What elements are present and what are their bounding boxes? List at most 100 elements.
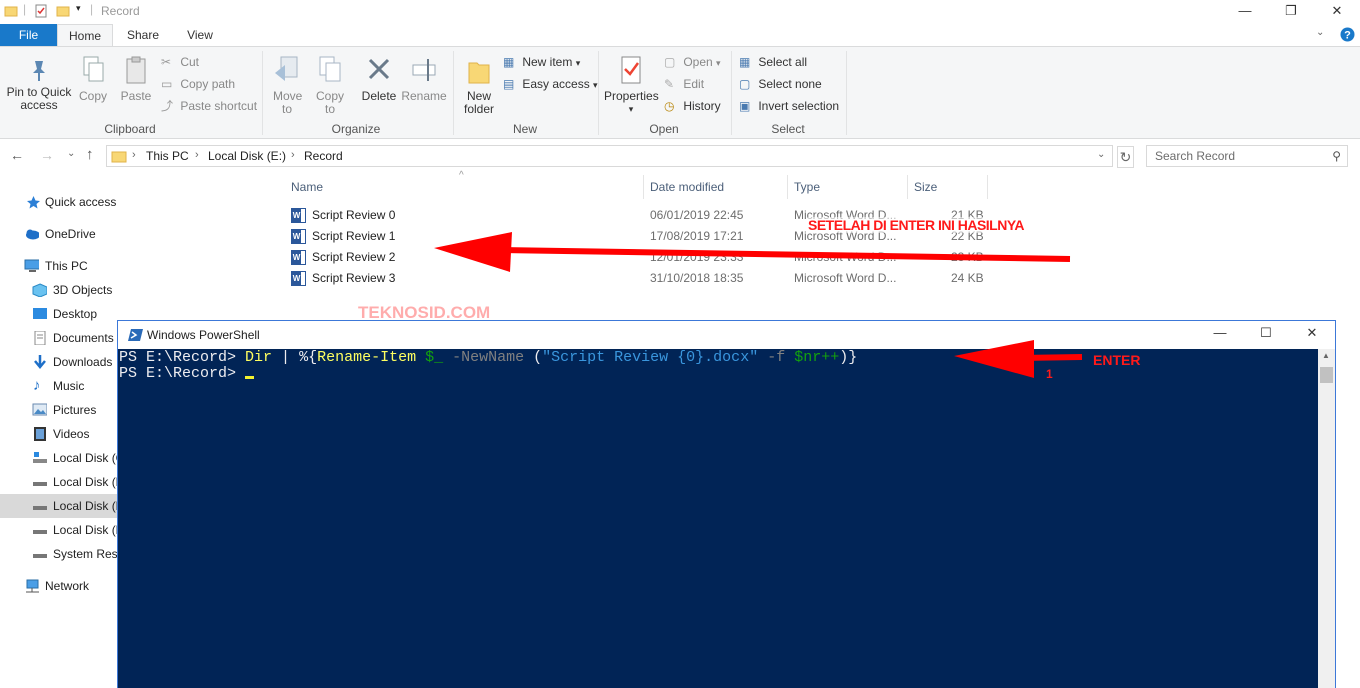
move-to-icon <box>275 56 298 81</box>
column-header-size[interactable]: Size <box>914 180 937 202</box>
console-scrollbar[interactable]: ▲ <box>1318 349 1335 688</box>
nav-label: Network <box>45 579 90 593</box>
powershell-console[interactable]: PS E:\Record> Dir | %{Rename-Item $_ -Ne… <box>118 349 1318 688</box>
paste-shortcut-button[interactable]: ⤴ Paste shortcut <box>161 96 257 116</box>
easy-access-button[interactable]: ▤ Easy access ▾ <box>503 74 598 94</box>
forward-arrow-icon[interactable]: → <box>40 147 54 163</box>
pin-quick-access-button[interactable]: Pin to Quick access <box>4 57 74 112</box>
ps-prompt: PS E:\Record> <box>119 349 246 366</box>
rename-button[interactable]: Rename <box>401 55 447 103</box>
nav-quick-access[interactable]: Quick access <box>0 190 272 214</box>
delete-label: Delete <box>361 89 397 103</box>
nav-label: OneDrive <box>45 227 96 241</box>
file-name: Script Review 0 <box>312 208 396 222</box>
ps-close-button[interactable]: ✕ <box>1289 322 1335 348</box>
ps-minimize-button[interactable]: — <box>1197 322 1243 348</box>
ribbon: Pin to Quick access Copy Paste ✂ Cut ▭ C… <box>0 46 1360 139</box>
paste-label: Paste <box>120 89 152 103</box>
minimize-button[interactable]: — <box>1222 0 1268 24</box>
recent-locations-icon[interactable]: ⌄ <box>67 148 75 159</box>
nav-3d-objects[interactable]: 3D Objects <box>0 278 272 302</box>
select-all-button[interactable]: ▦ Select all <box>739 52 807 72</box>
paste-icon <box>126 56 146 84</box>
column-divider[interactable] <box>987 175 988 199</box>
copy-button[interactable]: Copy <box>76 55 110 103</box>
scroll-thumb[interactable] <box>1320 367 1333 383</box>
up-arrow-icon[interactable]: ↑ <box>86 146 94 163</box>
file-name: Script Review 3 <box>312 271 396 285</box>
file-name: Script Review 2 <box>312 250 396 264</box>
group-label-organize: Organize <box>331 122 381 136</box>
column-divider[interactable] <box>643 175 644 199</box>
file-date: 06/01/2019 22:45 <box>650 208 744 222</box>
copy-path-button[interactable]: ▭ Copy path <box>161 74 235 94</box>
nav-this-pc[interactable]: This PC <box>0 254 272 278</box>
drive-icon <box>33 554 47 558</box>
new-folder-qa-icon[interactable] <box>56 4 70 18</box>
expand-ribbon-icon[interactable]: ⌄ <box>1316 27 1324 38</box>
new-folder-label: New folder <box>463 89 495 116</box>
properties-qa-icon[interactable] <box>34 4 48 18</box>
move-to-button[interactable]: Move to <box>268 55 306 116</box>
back-arrow-icon[interactable]: ← <box>10 147 24 163</box>
column-header-type[interactable]: Type <box>794 180 820 202</box>
paste-shortcut-label: Paste shortcut <box>180 99 258 113</box>
close-button[interactable]: ✕ <box>1314 0 1360 24</box>
annotation-enter-text: ENTER <box>1093 352 1141 368</box>
computer-icon <box>24 259 39 272</box>
column-header-date[interactable]: Date modified <box>650 180 724 202</box>
tab-share[interactable]: Share <box>113 24 173 46</box>
breadcrumb-separator-icon: › <box>195 149 199 161</box>
pin-icon <box>33 61 45 81</box>
copy-path-label: Copy path <box>180 77 236 91</box>
paste-button[interactable]: Paste <box>118 55 154 103</box>
history-icon: ◷ <box>664 99 675 113</box>
breadcrumb-this-pc[interactable]: This PC <box>146 149 189 163</box>
delete-button[interactable]: Delete <box>359 55 399 103</box>
scroll-up-icon[interactable]: ▲ <box>1322 351 1330 360</box>
breadcrumb-local-disk[interactable]: Local Disk (E:) <box>208 149 286 163</box>
breadcrumb-record[interactable]: Record <box>304 149 343 163</box>
dropdown-arrow-icon: ▾ <box>593 80 598 90</box>
refresh-icon[interactable]: ↻ <box>1117 146 1134 168</box>
search-input[interactable]: Search Record ⚲ <box>1146 145 1348 167</box>
breadcrumb-separator-icon: › <box>291 149 295 161</box>
column-divider[interactable] <box>907 175 908 199</box>
tab-home[interactable]: Home <box>57 24 113 47</box>
cut-button[interactable]: ✂ Cut <box>161 52 199 72</box>
open-button[interactable]: ▢ Open ▾ <box>664 52 721 72</box>
nav-onedrive[interactable]: OneDrive <box>0 222 272 246</box>
column-divider[interactable] <box>787 175 788 199</box>
select-none-button[interactable]: ▢ Select none <box>739 74 822 94</box>
ps-variable: $nr++ <box>794 349 840 366</box>
column-header-name[interactable]: Name <box>291 180 323 202</box>
ps-variable: $_ <box>416 349 444 366</box>
address-dropdown-icon[interactable]: ⌄ <box>1097 149 1105 160</box>
new-folder-button[interactable]: New folder <box>458 55 500 116</box>
ps-punct: ( <box>533 349 543 366</box>
qa-dropdown-icon[interactable]: ▾ <box>76 3 81 14</box>
help-icon[interactable]: ? <box>1340 27 1355 42</box>
tab-view[interactable]: View <box>173 24 227 46</box>
dropdown-arrow-icon: ▾ <box>575 58 581 68</box>
open-label: Open <box>683 55 713 69</box>
invert-selection-button[interactable]: ▣ Invert selection <box>739 96 839 116</box>
ps-maximize-button[interactable]: ☐ <box>1243 322 1289 348</box>
copy-to-label: Copy to <box>316 89 345 116</box>
console-line-2: PS E:\Record> <box>119 365 255 382</box>
edit-label: Edit <box>683 77 705 91</box>
new-item-button[interactable]: ▦ New item ▾ <box>503 52 580 72</box>
edit-button[interactable]: ✎ Edit <box>664 74 704 94</box>
history-button[interactable]: ◷ History <box>664 96 721 116</box>
documents-icon <box>34 331 46 345</box>
dropdown-arrow-icon: ▾ <box>628 104 634 114</box>
nav-label: Music <box>53 379 85 393</box>
maximize-button[interactable]: ❐ <box>1268 0 1314 24</box>
address-bar[interactable]: › This PC › Local Disk (E:) › Record ⌄ <box>106 145 1113 167</box>
music-note-icon: ♪ <box>33 377 41 394</box>
star-icon <box>27 196 40 209</box>
tab-file[interactable]: File <box>0 24 57 46</box>
ps-punct: )} <box>839 349 858 366</box>
properties-button[interactable]: Properties ▾ <box>604 55 659 116</box>
copy-to-button[interactable]: Copy to <box>311 55 349 116</box>
